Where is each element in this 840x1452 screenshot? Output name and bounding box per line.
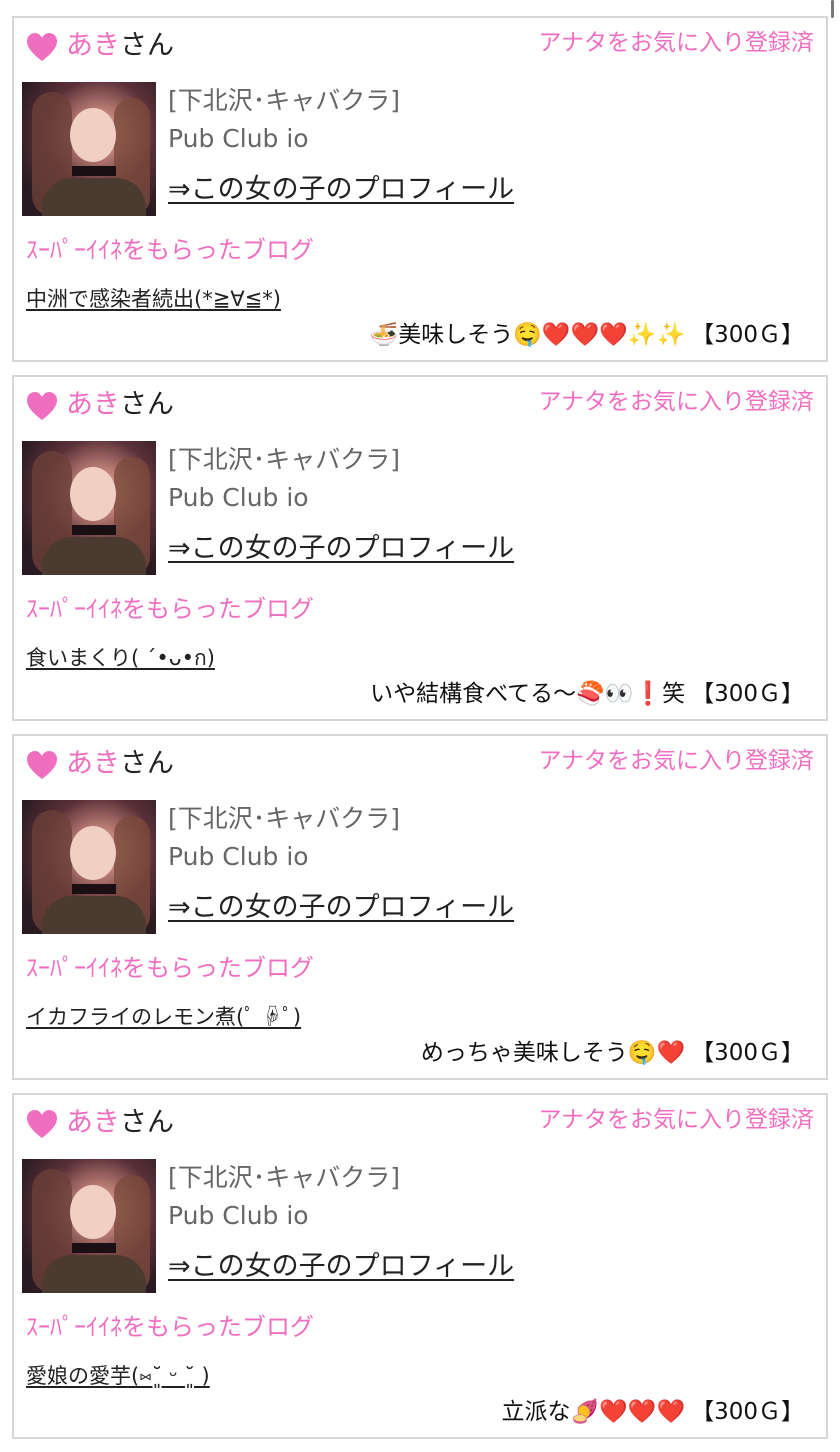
favorite-status: アナタをお気に入り登録済 xyxy=(538,748,814,774)
heart-icon xyxy=(27,392,57,420)
blog-title-link[interactable]: 愛娘の愛芋(⑅˘͈ ᵕ ˘͈ ) xyxy=(26,1361,210,1391)
blog-card: あきさん アナタをお気に入り登録済 [下北沢･キャバクラ] Pub Club i… xyxy=(12,16,828,362)
blog-title-link[interactable]: 食いまくり( ´•ᴗ•ก) xyxy=(26,643,215,673)
comment-text: 立派な🍠❤️❤️❤️ xyxy=(501,1399,686,1425)
location-label: [下北沢･キャバクラ] xyxy=(168,804,401,833)
profile-photo[interactable] xyxy=(22,800,156,934)
gold-amount: 【300Ｇ】 xyxy=(691,322,804,348)
location-label: [下北沢･キャバクラ] xyxy=(168,86,401,115)
comment-text: めっちゃ美味しそう🤤❤️ xyxy=(420,1040,686,1066)
blog-title-link[interactable]: 中洲で感染者続出(*≧∀≦*) xyxy=(26,284,281,314)
name-suffix: さん xyxy=(120,30,174,61)
location-label: [下北沢･キャバクラ] xyxy=(168,445,401,474)
comment-text: いや結構食べてる〜🍣👀❗️笑 xyxy=(370,681,686,707)
girl-name[interactable]: あきさん xyxy=(66,746,174,782)
girl-name[interactable]: あきさん xyxy=(66,28,174,64)
location-label: [下北沢･キャバクラ] xyxy=(168,1163,401,1192)
super-like-label: ｽｰﾊﾟｰｲｲﾈをもらったブログ xyxy=(26,236,314,264)
scrollbar[interactable] xyxy=(831,0,834,18)
blog-card: あきさん アナタをお気に入り登録済 [下北沢･キャバクラ] Pub Club i… xyxy=(12,734,828,1080)
gold-amount: 【300Ｇ】 xyxy=(691,1040,804,1066)
comment-text: 🍜美味しそう🤤❤️❤️❤️✨✨ xyxy=(369,322,686,348)
comment-row: 立派な🍠❤️❤️❤️ 【300Ｇ】 xyxy=(502,1395,804,1429)
favorite-status: アナタをお気に入り登録済 xyxy=(538,1107,814,1133)
profile-link[interactable]: ⇒この女の子のプロフィール xyxy=(168,172,514,208)
comment-row: いや結構食べてる〜🍣👀❗️笑 【300Ｇ】 xyxy=(370,677,804,711)
name-suffix: さん xyxy=(120,1107,174,1138)
girl-name[interactable]: あきさん xyxy=(66,1105,174,1141)
super-like-label: ｽｰﾊﾟｰｲｲﾈをもらったブログ xyxy=(26,595,314,623)
girl-name-text[interactable]: あき xyxy=(66,30,120,61)
heart-icon xyxy=(27,33,57,61)
blog-card: あきさん アナタをお気に入り登録済 [下北沢･キャバクラ] Pub Club i… xyxy=(12,375,828,721)
name-suffix: さん xyxy=(120,389,174,420)
profile-link[interactable]: ⇒この女の子のプロフィール xyxy=(168,1249,514,1285)
favorite-status: アナタをお気に入り登録済 xyxy=(538,30,814,56)
club-name: Pub Club io xyxy=(168,483,309,512)
profile-photo[interactable] xyxy=(22,82,156,216)
comment-row: めっちゃ美味しそう🤤❤️ 【300Ｇ】 xyxy=(421,1036,804,1070)
girl-name-text[interactable]: あき xyxy=(66,389,120,420)
club-name: Pub Club io xyxy=(168,124,309,153)
blog-card: あきさん アナタをお気に入り登録済 [下北沢･キャバクラ] Pub Club i… xyxy=(12,1093,828,1439)
club-name: Pub Club io xyxy=(168,1201,309,1230)
blog-title-link[interactable]: イカフライのレモン煮(ﾟ ☟ﾟ) xyxy=(26,1002,301,1032)
gold-amount: 【300Ｇ】 xyxy=(691,1399,804,1425)
heart-icon xyxy=(27,751,57,779)
girl-name-text[interactable]: あき xyxy=(66,748,120,779)
favorite-status: アナタをお気に入り登録済 xyxy=(538,389,814,415)
comment-row: 🍜美味しそう🤤❤️❤️❤️✨✨ 【300Ｇ】 xyxy=(370,318,804,352)
gold-amount: 【300Ｇ】 xyxy=(691,681,804,707)
super-like-label: ｽｰﾊﾟｰｲｲﾈをもらったブログ xyxy=(26,954,314,982)
profile-link[interactable]: ⇒この女の子のプロフィール xyxy=(168,890,514,926)
heart-icon xyxy=(27,1110,57,1138)
profile-link[interactable]: ⇒この女の子のプロフィール xyxy=(168,531,514,567)
name-suffix: さん xyxy=(120,748,174,779)
super-like-list: あきさん アナタをお気に入り登録済 [下北沢･キャバクラ] Pub Club i… xyxy=(12,16,828,1452)
girl-name[interactable]: あきさん xyxy=(66,387,174,423)
super-like-label: ｽｰﾊﾟｰｲｲﾈをもらったブログ xyxy=(26,1313,314,1341)
girl-name-text[interactable]: あき xyxy=(66,1107,120,1138)
club-name: Pub Club io xyxy=(168,842,309,871)
profile-photo[interactable] xyxy=(22,1159,156,1293)
profile-photo[interactable] xyxy=(22,441,156,575)
